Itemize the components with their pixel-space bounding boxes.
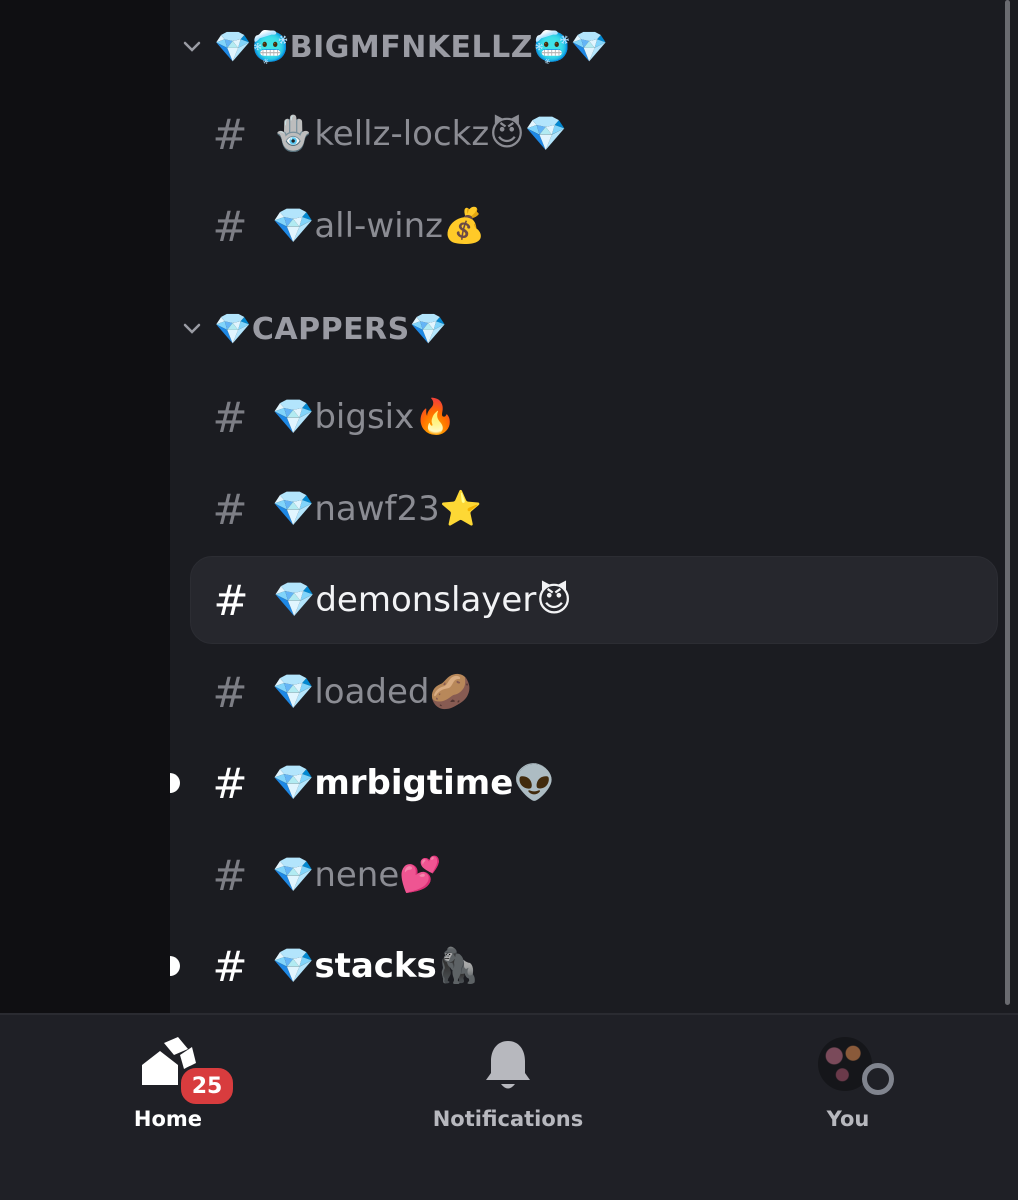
channel-loaded[interactable]: # 💎loaded🥔 <box>190 648 998 736</box>
channel-name: 💎loaded🥔 <box>272 672 472 712</box>
channel-demonslayer[interactable]: # 💎demonslayer😈 <box>190 556 998 644</box>
channel-name: 💎nene💕 <box>272 855 442 895</box>
hash-icon: # <box>212 109 248 159</box>
channel-kellz-lockz[interactable]: # 🪬kellz-lockz😈💎 <box>190 90 998 178</box>
hash-icon: # <box>212 758 248 808</box>
hash-icon: # <box>212 392 248 442</box>
hash-icon: # <box>212 667 248 717</box>
hash-icon: # <box>212 850 248 900</box>
bottom-tab-bar: 25 Home Notifications You <box>0 1013 1018 1200</box>
channel-name: 💎nawf23⭐ <box>272 489 483 529</box>
tab-home[interactable]: 25 Home <box>68 1035 268 1131</box>
profile-avatar <box>818 1035 894 1095</box>
category-label: 💎CAPPERS💎 <box>214 311 448 347</box>
offline-status-icon <box>862 1063 894 1095</box>
category-label: 💎🥶BIGMFNKELLZ🥶💎 <box>214 29 609 65</box>
channel-name: 🪬kellz-lockz😈💎 <box>272 114 567 154</box>
hash-icon: # <box>213 575 249 625</box>
channel-nawf23[interactable]: # 💎nawf23⭐ <box>190 465 998 553</box>
tab-label: Notifications <box>432 1107 584 1131</box>
channel-list[interactable]: 💎🥶BIGMFNKELLZ🥶💎 # 🪬kellz-lockz😈💎 # 💎all-… <box>170 0 1018 1013</box>
server-rail <box>0 0 170 1013</box>
channel-name: 💎bigsix🔥 <box>272 397 457 437</box>
category-bigmfnkellz[interactable]: 💎🥶BIGMFNKELLZ🥶💎 <box>170 17 930 77</box>
category-cappers[interactable]: 💎CAPPERS💎 <box>170 299 930 359</box>
channel-name: 💎mrbigtime👽 <box>272 763 556 803</box>
channel-mrbigtime[interactable]: # 💎mrbigtime👽 <box>170 739 998 827</box>
bell-icon <box>478 1035 538 1095</box>
tab-notifications[interactable]: Notifications <box>408 1035 608 1131</box>
channel-name: 💎stacks🦍 <box>272 946 480 986</box>
tab-label: You <box>826 1107 870 1131</box>
channel-all-winz[interactable]: # 💎all-winz💰 <box>190 182 998 270</box>
scrollbar[interactable] <box>1005 0 1010 1005</box>
hash-icon: # <box>212 484 248 534</box>
channel-bigsix[interactable]: # 💎bigsix🔥 <box>190 373 998 461</box>
channel-nene[interactable]: # 💎nene💕 <box>190 831 998 919</box>
channel-name: 💎demonslayer😈 <box>273 580 572 620</box>
unread-indicator <box>170 956 180 976</box>
chevron-down-icon <box>170 41 214 53</box>
channel-stacks[interactable]: # 💎stacks🦍 <box>170 922 998 1010</box>
home-icon: 25 <box>138 1035 236 1107</box>
tab-label: Home <box>133 1107 203 1131</box>
tab-you[interactable]: You <box>748 1035 948 1131</box>
unread-badge: 25 <box>178 1065 236 1107</box>
chevron-down-icon <box>170 323 214 335</box>
unread-indicator <box>170 773 180 793</box>
channel-name: 💎all-winz💰 <box>272 206 486 246</box>
hash-icon: # <box>212 201 248 251</box>
hash-icon: # <box>212 941 248 991</box>
